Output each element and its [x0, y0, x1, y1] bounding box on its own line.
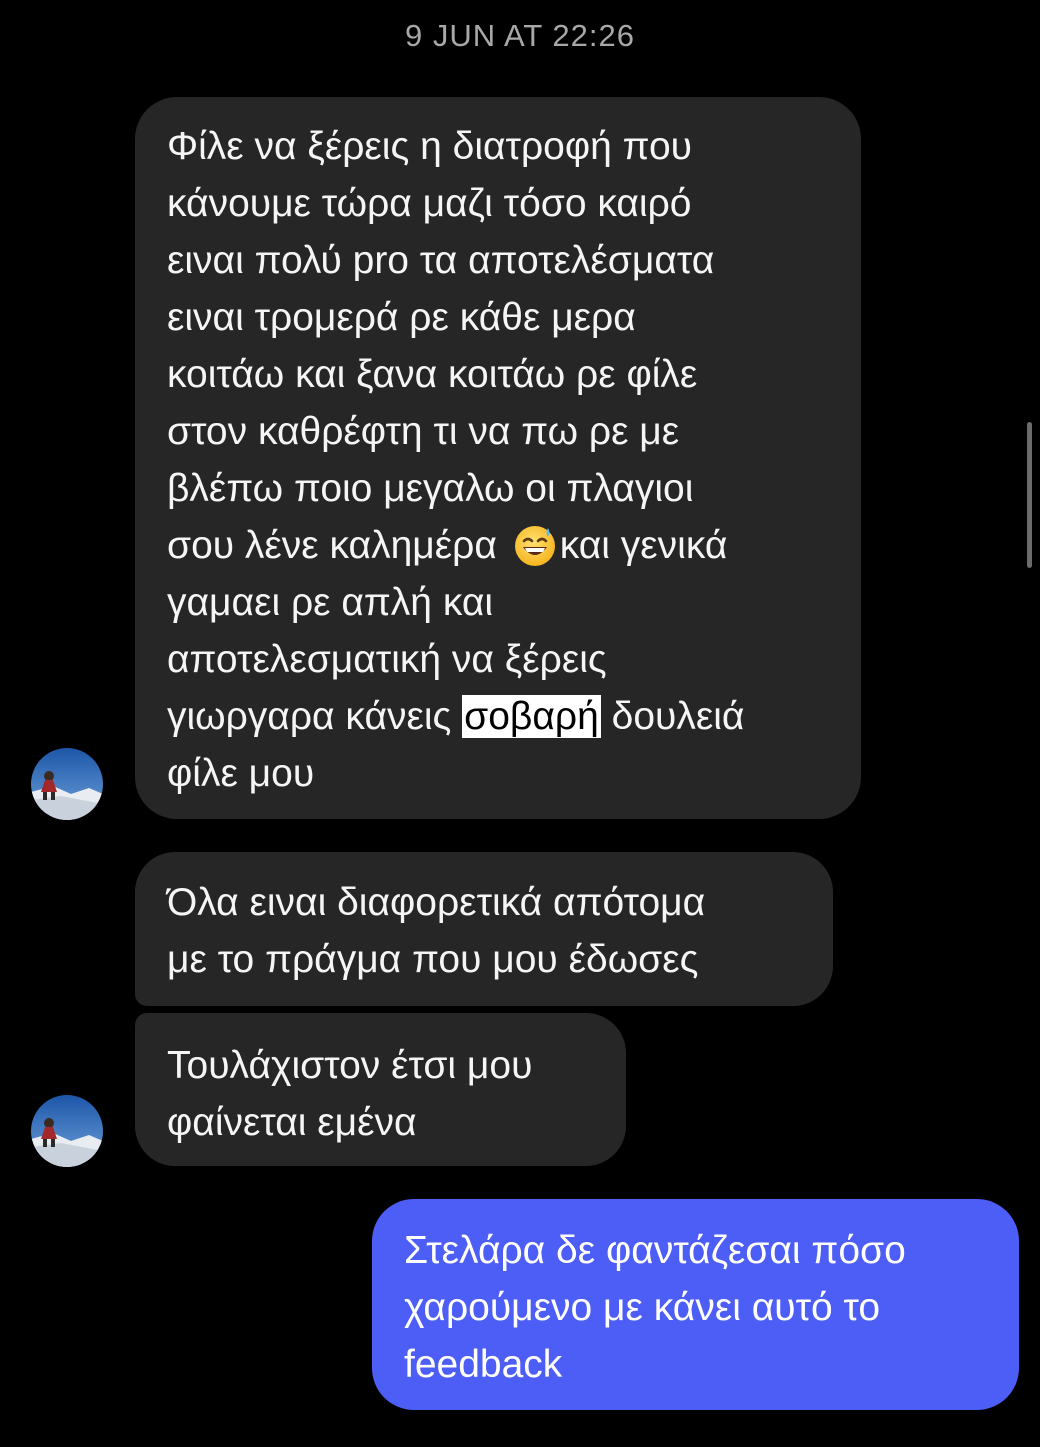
- message-text-line: Φίλε να ξέρεις η διατροφή που: [167, 125, 693, 168]
- message-text-line: αποτελεσματική να ξέρεις: [167, 638, 607, 681]
- message-text-line: Τουλάχιστον έτσι μου: [167, 1044, 533, 1087]
- message-timestamp: 9 JUN AT 22:26: [405, 18, 635, 53]
- message-text-line: Στελάρα δε φαντάζεσαι πόσο: [404, 1229, 906, 1272]
- message-text-line: ειναι τρομερά ρε κάθε μερα: [167, 296, 636, 339]
- highlighted-word: σοβαρή: [462, 695, 601, 738]
- message-text-segment: σου λένε καλημέρα: [167, 524, 508, 567]
- incoming-message-bubble[interactable]: Φίλε να ξέρεις η διατροφή που κάνουμε τώ…: [135, 97, 861, 819]
- grinning-face-with-sweat-emoji: [514, 525, 555, 566]
- incoming-message-bubble[interactable]: Όλα ειναι διαφορετικά απότομα με το πράγ…: [135, 852, 833, 1006]
- message-text-segment: δουλειά: [600, 695, 745, 738]
- outgoing-message-bubble[interactable]: Στελάρα δε φαντάζεσαι πόσο χαρούμενο με …: [372, 1199, 1019, 1410]
- message-text-line: κοιτάω και ξανα κοιτάω ρε φίλε: [167, 353, 698, 396]
- message-text-line: ειναι πολύ pro τα αποτελέσματα: [167, 239, 715, 282]
- avatar-image-icon: [31, 748, 103, 820]
- message-text-line: με το πράγμα που μου έδωσες: [167, 938, 699, 981]
- message-text-line: χαρούμενο με κάνει αυτό το: [404, 1286, 881, 1329]
- message-text-segment: γιωργαρα κάνεις: [167, 695, 463, 738]
- message-text-segment: και γενικά: [559, 524, 728, 567]
- message-text-line: Όλα ειναι διαφορετικά απότομα: [167, 881, 706, 924]
- message-text-line: βλέπω ποιο μεγαλω οι πλαγιοι: [167, 467, 694, 510]
- incoming-message-bubble[interactable]: Τουλάχιστον έτσι μου φαίνεται εμένα: [135, 1013, 626, 1166]
- profile-photo-avatar[interactable]: [31, 748, 103, 820]
- profile-photo-avatar[interactable]: [31, 1095, 103, 1167]
- message-text-line: σου λένε καλημέρα και γενικά: [167, 517, 831, 574]
- message-text-line: φαίνεται εμένα: [167, 1101, 417, 1144]
- message-text-line: γαμαει ρε απλή και: [167, 581, 494, 624]
- message-text-line: φίλε μου: [167, 752, 315, 795]
- avatar-image-icon: [31, 1095, 103, 1167]
- chat-thread: 9 JUN AT 22:26 Φίλε να ξέρεις η διατροφή…: [0, 0, 1040, 1447]
- message-text-line: γιωργαρα κάνεις σοβαρή δουλειά: [167, 688, 831, 745]
- message-text-line: κάνουμε τώρα μαζι τόσο καιρό: [167, 182, 692, 225]
- message-text-line: στον καθρέφτη τι να πω ρε με: [167, 410, 680, 453]
- scrollbar-thumb[interactable]: [1027, 422, 1032, 568]
- message-text-line: feedback: [404, 1343, 563, 1386]
